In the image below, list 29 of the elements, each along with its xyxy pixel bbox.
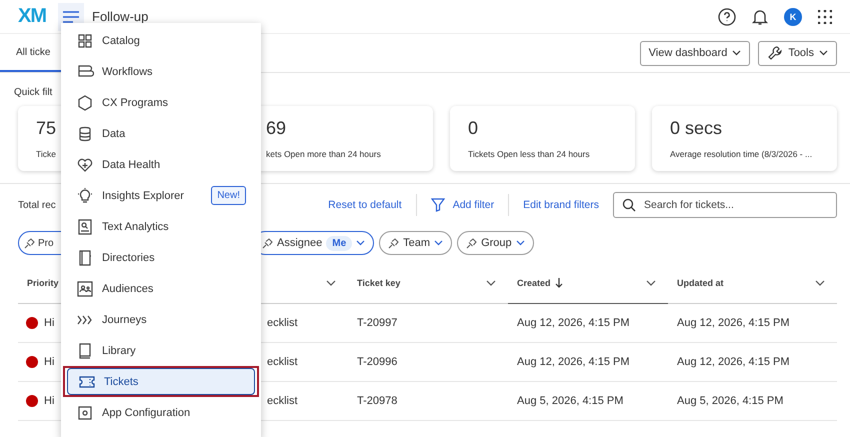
table-cell: Hi [44, 356, 54, 368]
stat-value: 69 [266, 118, 286, 139]
stat-label: kets Open more than 24 hours [266, 149, 381, 159]
table-cell: Hi [44, 317, 54, 329]
table-cell: T-20996 [357, 356, 398, 368]
total-records-label: Total rec [18, 200, 56, 210]
table-cell: Aug 12, 2026, 4:15 PM [517, 317, 630, 329]
stat-label: Ticke [36, 149, 56, 159]
section-label: Quick filt [14, 87, 52, 98]
table-cell: ecklist [267, 317, 298, 329]
table-cell: T-20978 [357, 395, 398, 407]
table-cell: Aug 5, 2026, 4:15 PM [677, 395, 784, 407]
table-cell: T-20997 [357, 317, 398, 329]
chip-badge: Me [326, 236, 352, 250]
table-cell: Hi [44, 395, 54, 407]
stat-value: 75 [36, 118, 56, 139]
stat-value: 0 [468, 118, 478, 139]
logo: XM [18, 5, 46, 28]
table-cell: Aug 5, 2026, 4:15 PM [517, 395, 624, 407]
table-cell: ecklist [267, 356, 298, 368]
stat-label: Average resolution time (8/3/2026 - ... [670, 149, 812, 159]
page-title: Follow-up [92, 9, 148, 24]
table-cell: Aug 12, 2026, 4:15 PM [677, 356, 790, 368]
table-cell: Aug 12, 2026, 4:15 PM [677, 317, 790, 329]
stat-value: 0 secs [670, 118, 722, 139]
table-cell: ecklist [267, 395, 298, 407]
stat-label: Tickets Open less than 24 hours [468, 149, 590, 159]
table-cell: Aug 12, 2026, 4:15 PM [517, 356, 630, 368]
new-badge: New! [211, 186, 246, 205]
